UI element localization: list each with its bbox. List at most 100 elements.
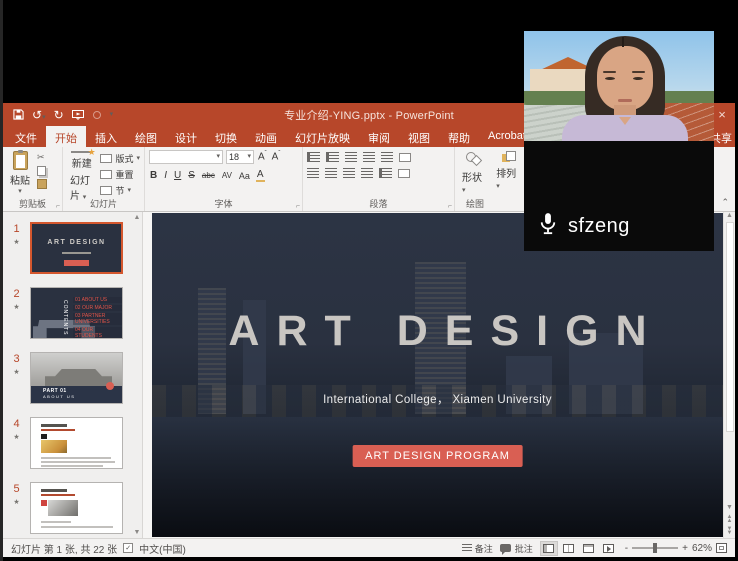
tab-design[interactable]: 设计	[166, 126, 206, 147]
clipboard-dialog-launcher[interactable]: ⌐	[56, 203, 60, 210]
align-left-icon[interactable]	[307, 168, 319, 178]
format-painter-button[interactable]	[37, 179, 47, 189]
thumbnail-item-5[interactable]: 5 ★	[3, 482, 142, 534]
thumbnail-slide-3[interactable]: PART 01 ABOUT US	[30, 352, 123, 404]
next-slide-button[interactable]: ▼▼	[727, 527, 733, 535]
slide-sorter-button[interactable]	[560, 541, 578, 556]
layout-button[interactable]: 版式▾	[100, 152, 140, 165]
indent-decrease-icon[interactable]	[345, 152, 357, 162]
tab-transitions[interactable]: 切换	[206, 126, 246, 147]
tab-animations[interactable]: 动画	[246, 126, 286, 147]
tab-insert[interactable]: 插入	[86, 126, 126, 147]
convert-smartart-icon[interactable]	[398, 169, 410, 178]
indent-increase-icon[interactable]	[363, 152, 375, 162]
thumb5-heading-bar	[41, 489, 67, 492]
abc-effect-button[interactable]: abc	[201, 171, 216, 180]
text-direction-icon[interactable]	[399, 153, 411, 162]
proofing-icon[interactable]: ✓	[123, 543, 133, 553]
paste-button[interactable]: 粘贴 ▾	[7, 150, 33, 198]
thumbnail-slide-2[interactable]: CONTENTS 01 ABOUT US 02 OUR MAJOR 03 PAR…	[30, 287, 123, 339]
tab-home[interactable]: 开始	[46, 126, 86, 147]
section-button[interactable]: 节▾	[100, 184, 140, 197]
zoom-slider[interactable]	[632, 547, 678, 549]
tab-view[interactable]: 视图	[399, 126, 439, 147]
change-case-button[interactable]: Aa	[238, 171, 251, 181]
thumbnail-slide-4[interactable]	[30, 417, 123, 469]
thumbnail-slide-1[interactable]: ART DESIGN	[30, 222, 123, 274]
align-center-icon[interactable]	[325, 168, 337, 178]
scroll-up-icon[interactable]: ▲	[134, 214, 141, 221]
tab-file[interactable]: 文件	[6, 126, 46, 147]
save-icon[interactable]	[13, 109, 24, 120]
shapes-button[interactable]: 形状 ▾	[459, 150, 489, 198]
previous-slide-button[interactable]: ▲▲	[727, 515, 733, 523]
thumbnail-item-2[interactable]: 2 ★ CONTENTS 01 ABOUT US 02 OUR MAJOR 03…	[3, 287, 142, 339]
align-right-icon[interactable]	[343, 168, 355, 178]
new-slide-button[interactable]: ★ 新建 幻灯片 ▾	[67, 150, 96, 198]
slide-title[interactable]: ART DESIGN	[152, 307, 723, 356]
zoom-slider-thumb[interactable]	[653, 543, 657, 553]
bullets-icon[interactable]	[307, 152, 320, 162]
bold-button[interactable]: B	[149, 170, 158, 181]
slide-counter[interactable]: 幻灯片 第 1 张, 共 22 张	[11, 541, 117, 556]
scroll-up-icon[interactable]: ▲	[726, 212, 733, 219]
water-reflection	[152, 417, 723, 537]
webcam-name-plate: sfzeng	[524, 141, 714, 251]
redo-button[interactable]: ↻	[54, 108, 64, 122]
zoom-percentage[interactable]: 62%	[692, 543, 712, 554]
cut-button[interactable]: ✂	[37, 152, 47, 163]
copy-button[interactable]	[37, 166, 46, 176]
slide-program-button[interactable]: ART DESIGN PROGRAM	[352, 445, 523, 467]
fit-slide-button[interactable]	[716, 543, 727, 553]
undo-button[interactable]: ↺▾	[32, 108, 46, 122]
animation-star-icon: ★	[13, 303, 19, 311]
slideshow-view-button[interactable]	[600, 541, 618, 556]
collapse-ribbon-icon[interactable]: ⌃	[721, 197, 729, 208]
customize-qat-icon[interactable]: ▾	[110, 112, 114, 118]
language-indicator[interactable]: 中文(中国)	[139, 541, 186, 556]
slide-canvas[interactable]: ART DESIGN International College， Xiamen…	[152, 213, 723, 537]
thumbnail-item-1[interactable]: 1 ★ ART DESIGN	[3, 222, 142, 274]
reading-view-button[interactable]	[580, 541, 598, 556]
slide-subtitle[interactable]: International College， Xiamen University	[152, 391, 723, 407]
undo-dropdown-icon[interactable]: ▾	[42, 114, 46, 121]
webcam-overlay[interactable]: sfzeng	[524, 31, 714, 251]
scrollbar-thumb[interactable]	[726, 222, 734, 432]
justify-icon[interactable]	[361, 168, 373, 178]
font-name-combo[interactable]: ▾	[149, 150, 223, 164]
numbering-icon[interactable]	[326, 152, 339, 162]
strikethrough-button[interactable]: S	[187, 170, 196, 181]
person-eyebrow	[603, 71, 616, 73]
start-slideshow-icon[interactable]	[72, 110, 84, 120]
touch-mode-icon[interactable]	[92, 110, 102, 120]
font-size-combo[interactable]: 18▾	[226, 150, 254, 164]
notes-button[interactable]: 备注	[462, 542, 493, 555]
reset-button[interactable]: 重置	[100, 168, 140, 181]
tab-draw[interactable]: 绘图	[126, 126, 166, 147]
underline-button[interactable]: U	[173, 170, 182, 181]
shrink-font-button[interactable]: Aˇ	[271, 151, 282, 162]
tab-review[interactable]: 审阅	[359, 126, 399, 147]
editor-scrollbar[interactable]: ▲ ▼ ▲▲ ▼▼	[723, 212, 735, 538]
font-dialog-launcher[interactable]: ⌐	[296, 203, 300, 210]
comments-button[interactable]: 批注	[500, 542, 533, 555]
scroll-down-icon[interactable]: ▼	[726, 504, 733, 511]
thumbnail-slide-5[interactable]	[30, 482, 123, 534]
normal-view-button[interactable]	[540, 541, 558, 556]
line-spacing-icon[interactable]	[381, 152, 393, 162]
zoom-out-button[interactable]: -	[625, 543, 628, 554]
grow-font-button[interactable]: Aˆ	[257, 151, 268, 162]
thumbnail-item-3[interactable]: 3 ★ PART 01 ABOUT US	[3, 352, 142, 404]
arrange-button[interactable]: 排列 ▾	[493, 150, 523, 198]
paste-dropdown-icon[interactable]: ▾	[18, 189, 22, 195]
character-spacing-button[interactable]: AV	[221, 171, 233, 180]
scroll-down-icon[interactable]: ▼	[134, 529, 141, 536]
columns-icon[interactable]	[379, 168, 392, 178]
thumbnail-scrollbar[interactable]: ▲ ▼	[133, 214, 141, 536]
italic-button[interactable]: I	[163, 170, 168, 181]
zoom-in-button[interactable]: +	[682, 543, 688, 554]
tab-help[interactable]: 帮助	[439, 126, 479, 147]
tab-slideshow[interactable]: 幻灯片放映	[286, 126, 359, 147]
font-color-button[interactable]: A	[256, 169, 265, 182]
thumbnail-item-4[interactable]: 4 ★	[3, 417, 142, 469]
